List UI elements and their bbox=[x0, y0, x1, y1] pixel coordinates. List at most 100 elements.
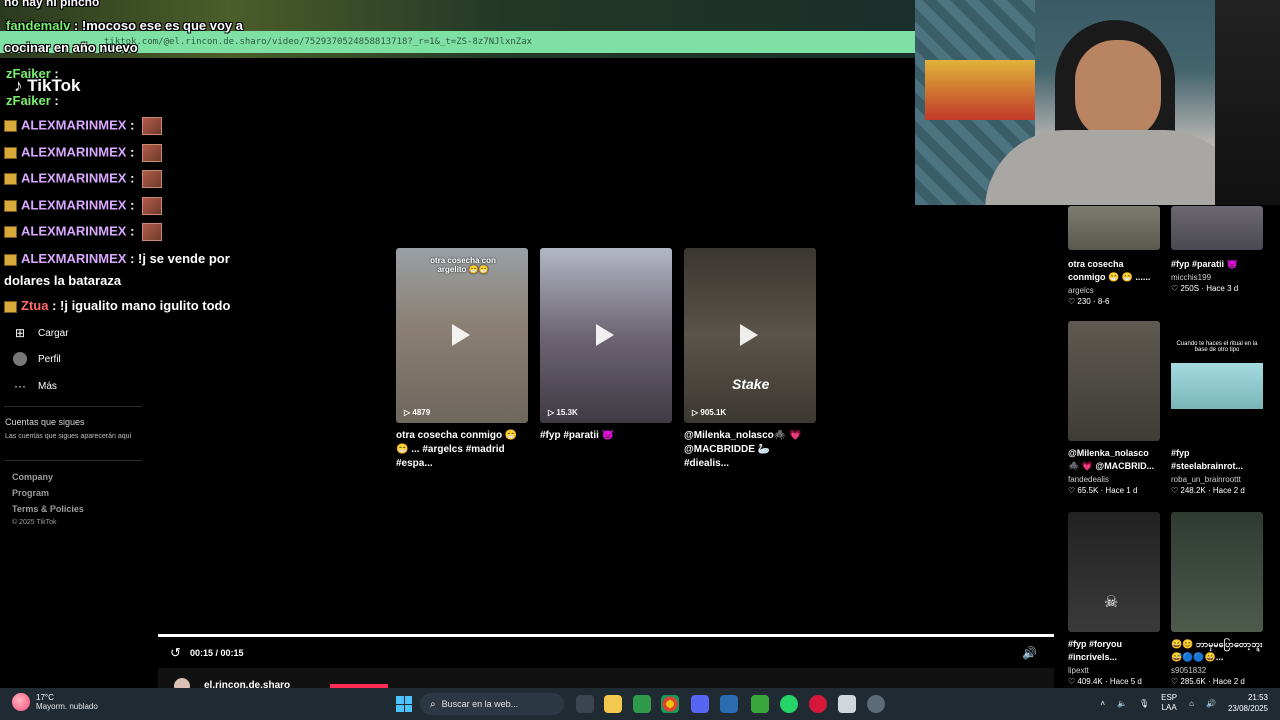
volume-tray-icon[interactable]: 🔊 bbox=[1206, 699, 1216, 708]
face bbox=[1075, 40, 1161, 140]
file-explorer-icon[interactable] bbox=[604, 695, 622, 713]
view-count: ▷ 15.3K bbox=[548, 408, 578, 417]
result-title[interactable]: #fyp #paratii 😈 bbox=[540, 429, 672, 443]
hoodie bbox=[985, 130, 1245, 205]
related-thumbnail[interactable] bbox=[1171, 206, 1263, 250]
network-icon[interactable]: ⌂ bbox=[1189, 699, 1194, 708]
weather-desc: Mayorm. nublado bbox=[36, 702, 98, 711]
related-title[interactable]: #fyp #foryou #incrivels... bbox=[1068, 638, 1160, 664]
store-icon[interactable] bbox=[720, 695, 738, 713]
taskbar-search-label: Buscar en la web... bbox=[441, 699, 519, 709]
whatsapp-icon[interactable] bbox=[780, 695, 798, 713]
related-author[interactable]: lipextt bbox=[1068, 666, 1160, 675]
result-title[interactable]: otra cosecha conmigo 😁 😁 ... #argelcs #m… bbox=[396, 429, 528, 471]
discord-icon[interactable] bbox=[691, 695, 709, 713]
speaker-icon[interactable]: 🔈 bbox=[1117, 699, 1127, 708]
related-title[interactable]: 😄😊 ဘာမှမပြောတော့ဘူး😅🔵🔵😄... bbox=[1171, 638, 1263, 664]
chevron-up-icon[interactable]: ˄ bbox=[1100, 699, 1105, 708]
weather-icon bbox=[12, 693, 30, 711]
result-thumbnail[interactable]: otra cosecha con argelito 😁😁 ▷ 4879 bbox=[396, 248, 528, 423]
crown-icon bbox=[4, 253, 17, 266]
chat-line: ALEXMARINMEX : bbox=[4, 144, 163, 162]
related-card[interactable]: @Milenka_nolasco 🕷️ 💗 @MACBRID... fanded… bbox=[1068, 321, 1160, 495]
footer-program[interactable]: Program bbox=[12, 488, 49, 498]
result-card[interactable]: ▷ 15.3K #fyp #paratii 😈 bbox=[540, 248, 672, 443]
emote-icon bbox=[142, 170, 163, 188]
emote-icon bbox=[142, 197, 163, 215]
related-author[interactable]: roba_un_brainroottt bbox=[1171, 475, 1263, 484]
upload-icon: ⊞ bbox=[14, 326, 26, 340]
related-thumbnail[interactable]: Cuando te haces el ritual en la base de … bbox=[1171, 321, 1263, 441]
more-icon: ··· bbox=[14, 379, 26, 393]
volume-icon[interactable]: 🔊 bbox=[1022, 646, 1037, 660]
chrome-icon[interactable] bbox=[661, 695, 679, 713]
chat-line: fandemalv : !mocoso ese es que voy a bbox=[6, 18, 243, 33]
crown-icon bbox=[4, 300, 17, 313]
play-icon bbox=[596, 324, 614, 346]
related-thumbnail[interactable] bbox=[1068, 321, 1160, 441]
chat-line: zFaiker : bbox=[6, 93, 59, 108]
weather-widget[interactable]: 17°C Mayorm. nublado bbox=[12, 693, 98, 711]
sidebar-divider bbox=[4, 460, 142, 461]
result-card[interactable]: Stake ▷ 905.1K @Milenka_nolasco🕷️ 💗 @MAC… bbox=[684, 248, 816, 471]
related-thumbnail[interactable] bbox=[1171, 512, 1263, 632]
search-icon: ⌕ bbox=[430, 698, 436, 710]
related-thumbnail[interactable] bbox=[1068, 206, 1160, 250]
footer-company[interactable]: Company bbox=[12, 472, 53, 482]
app-icon[interactable] bbox=[838, 695, 856, 713]
chat-line: ALEXMARINMEX : bbox=[4, 170, 163, 188]
related-card[interactable]: ☠ #fyp #foryou #incrivels... lipextt ♡ 4… bbox=[1068, 512, 1160, 686]
emote-icon bbox=[142, 223, 163, 241]
related-author[interactable]: fandedealis bbox=[1068, 475, 1160, 484]
nav-profile[interactable]: Perfil bbox=[12, 351, 61, 367]
related-title[interactable]: @Milenka_nolasco 🕷️ 💗 @MACBRID... bbox=[1068, 447, 1160, 473]
chat-line: ALEXMARINMEX : bbox=[4, 117, 163, 135]
crown-icon bbox=[4, 120, 17, 132]
nav-more[interactable]: ··· Más bbox=[12, 378, 57, 394]
opera-icon[interactable] bbox=[809, 695, 827, 713]
result-thumbnail[interactable]: Stake ▷ 905.1K bbox=[684, 248, 816, 423]
screen: tiktok.com/@el.rincon.de.sharo/video/752… bbox=[0, 0, 1280, 720]
chat-line: zFaiker : bbox=[6, 66, 59, 81]
crown-icon bbox=[4, 173, 17, 185]
clock[interactable]: 21:53 23/08/2025 bbox=[1228, 692, 1268, 714]
result-title[interactable]: @Milenka_nolasco🕷️ 💗 @MACBRIDDE 🦢 #dieal… bbox=[684, 429, 816, 471]
nav-profile-label: Perfil bbox=[38, 353, 61, 365]
related-author[interactable]: argelcs bbox=[1068, 286, 1160, 295]
related-title[interactable]: #fyp #paratii 😈 bbox=[1171, 258, 1263, 271]
minecraft-icon[interactable] bbox=[751, 695, 769, 713]
settings-icon[interactable] bbox=[867, 695, 885, 713]
related-title[interactable]: otra cosecha conmigo 😁 😁 ...... bbox=[1068, 258, 1160, 284]
related-stats: ♡ 65.5K · Hace 1 d bbox=[1068, 486, 1138, 495]
related-author[interactable]: s9051832 bbox=[1171, 666, 1263, 675]
sidebar-divider bbox=[4, 406, 142, 407]
related-card[interactable]: otra cosecha conmigo 😁 😁 ...... argelcs … bbox=[1068, 206, 1160, 306]
related-stats: ♡ 409.4K · Hace 5 d bbox=[1068, 677, 1142, 686]
related-author[interactable]: micchis199 bbox=[1171, 273, 1263, 282]
video-progress-bar[interactable] bbox=[158, 634, 1054, 637]
related-thumbnail[interactable]: ☠ bbox=[1068, 512, 1160, 632]
nav-upload[interactable]: ⊞ Cargar bbox=[12, 325, 69, 341]
windows-start-icon[interactable] bbox=[396, 696, 412, 712]
pillow bbox=[925, 60, 1035, 120]
related-title[interactable]: #fyp #steelabrainrot... bbox=[1171, 447, 1263, 473]
video-time: 00:15 / 00:15 bbox=[190, 648, 244, 658]
related-card[interactable]: 😄😊 ဘာမှမပြောတော့ဘူး😅🔵🔵😄... s9051832 ♡ 28… bbox=[1171, 512, 1263, 686]
task-view-icon[interactable] bbox=[576, 695, 594, 713]
result-thumbnail[interactable]: ▷ 15.3K bbox=[540, 248, 672, 423]
url-text: tiktok.com/@el.rincon.de.sharo/video/752… bbox=[104, 37, 533, 47]
thumbnail-image bbox=[1171, 363, 1263, 409]
related-card[interactable]: #fyp #paratii 😈 micchis199 ♡ 250S · Hace… bbox=[1171, 206, 1263, 293]
crown-icon bbox=[4, 226, 17, 238]
microphone-icon[interactable]: 🎙 bbox=[1139, 699, 1149, 708]
result-card[interactable]: otra cosecha con argelito 😁😁 ▷ 4879 otra… bbox=[396, 248, 528, 471]
webcam-overlay bbox=[915, 0, 1280, 205]
taskbar-search[interactable]: ⌕ Buscar en la web... bbox=[420, 693, 564, 715]
view-count: ▷ 4879 bbox=[404, 408, 431, 417]
language-indicator[interactable]: ESP LAA bbox=[1161, 693, 1177, 713]
xbox-icon[interactable] bbox=[633, 695, 651, 713]
footer-terms[interactable]: Terms & Policies bbox=[12, 504, 84, 514]
related-card[interactable]: Cuando te haces el ritual en la base de … bbox=[1171, 321, 1263, 495]
replay-icon[interactable]: ↺ bbox=[170, 645, 181, 661]
chat-line: cocinar en año nuevo bbox=[4, 40, 138, 55]
